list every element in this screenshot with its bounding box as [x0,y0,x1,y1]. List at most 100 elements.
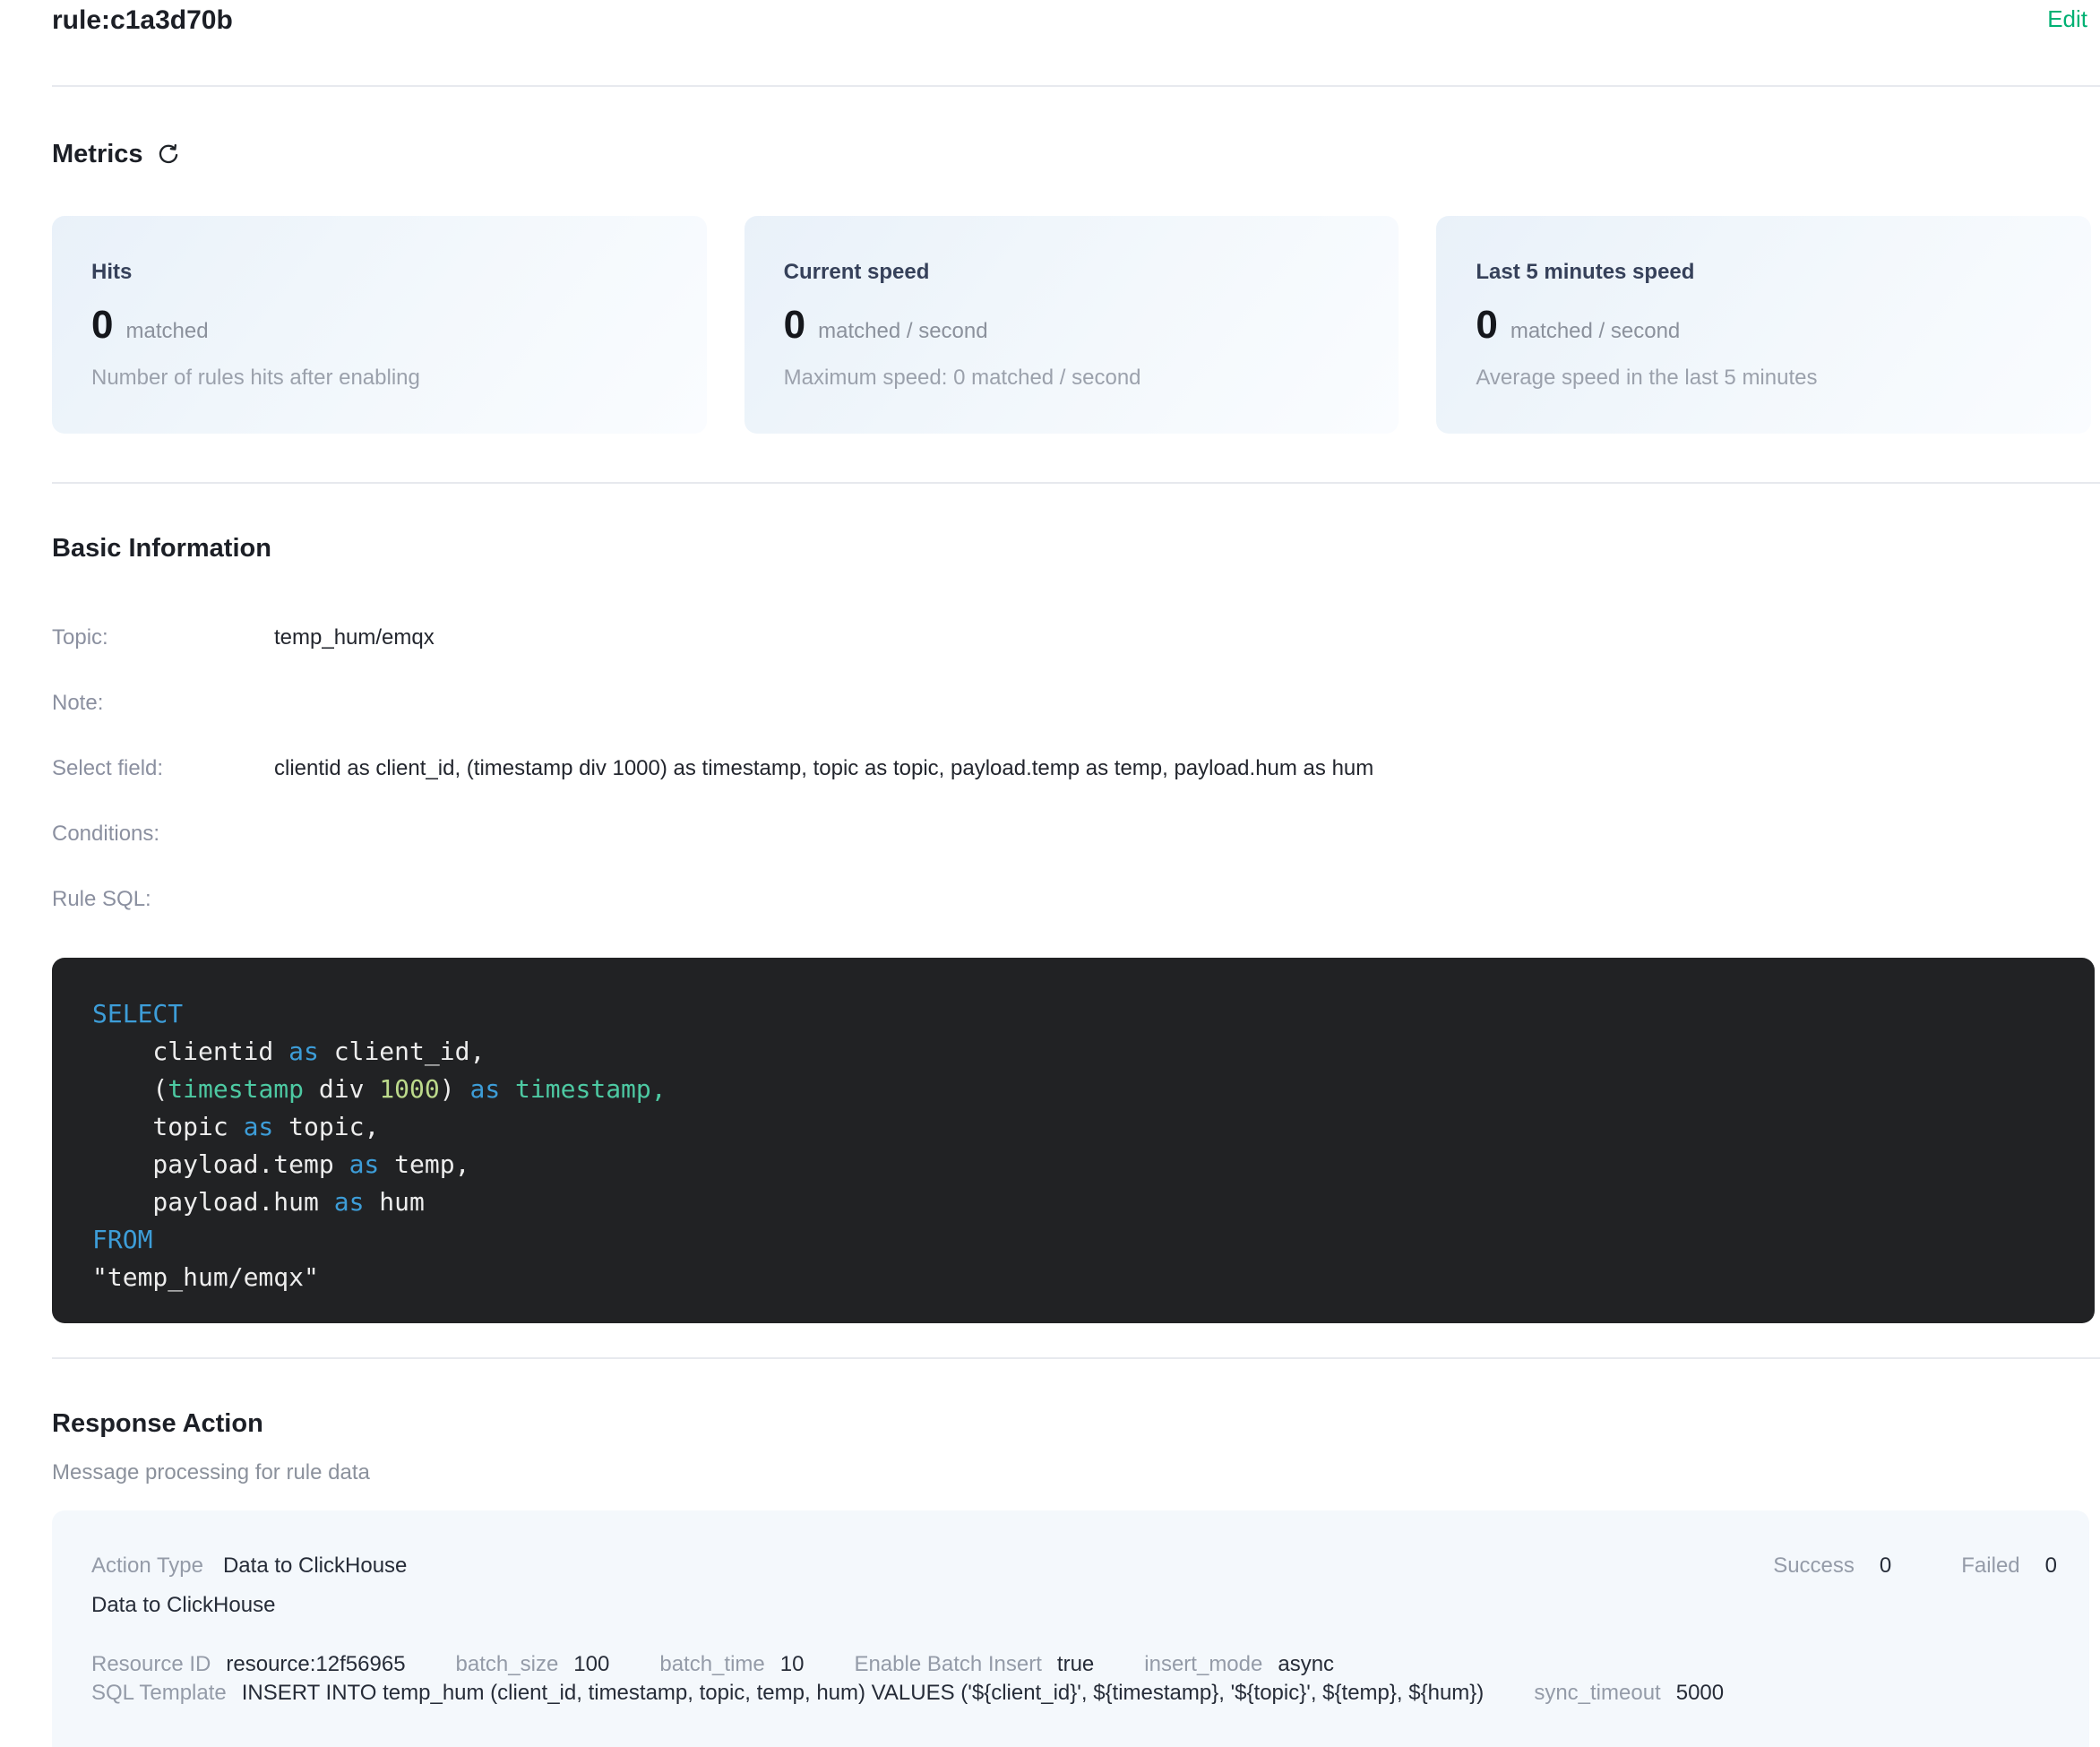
metric-description: Maximum speed: 0 matched / second [784,366,1364,391]
sql-token: client_id, [319,1037,485,1066]
refresh-icon[interactable] [156,142,181,168]
sql-token: as [469,1074,500,1104]
sql-token: topic, [273,1112,379,1141]
sql-token: payload.temp [92,1149,349,1179]
sql-token: clientid [92,1037,288,1066]
metric-unit: matched / second [818,319,987,344]
sql-line: payload.hum as hum [92,1183,2055,1221]
metric-card: Hits 0 matched Number of rules hits after e… [52,216,707,434]
action-param-label: sync_timeout [1534,1679,1660,1708]
info-row: Note: [52,690,2091,717]
action-param-value: async [1278,1650,1334,1679]
info-row-label: Topic: [52,624,274,651]
info-row: Topic:temp_hum/emqx [52,624,2091,651]
sql-line: payload.temp as temp, [92,1146,2055,1183]
metric-card-title: Hits [91,261,671,284]
action-param-label: SQL Template [91,1679,227,1708]
basic-information-section: Basic Information Topic:temp_hum/emqx Not… [52,533,2091,1323]
metric-value: 0 [1476,305,1497,346]
sql-token: topic [92,1112,244,1141]
sql-line: SELECT [92,995,2055,1033]
sql-token: temp, [379,1149,469,1179]
sql-token: div [304,1074,379,1104]
success-stat: Success 0 [1773,1552,1891,1580]
metric-description: Number of rules hits after enabling [91,366,671,391]
response-action-section: Response Action Message processing for r… [52,1408,2091,1747]
sql-token: as [244,1112,274,1141]
sql-line: FROM [92,1221,2055,1259]
action-param-label: batch_time [659,1650,764,1679]
sql-token: as [349,1149,380,1179]
action-param-value: 10 [780,1650,805,1679]
sql-token: ) [440,1074,470,1104]
sql-token: "temp_hum/emqx" [92,1262,319,1292]
sql-line: "temp_hum/emqx" [92,1259,2055,1296]
metric-card-title: Last 5 minutes speed [1476,261,2055,284]
sql-token: as [334,1187,365,1217]
action-param-row: SQL Template INSERT INTO temp_hum (client… [91,1679,2057,1708]
sql-token: SELECT [92,999,183,1028]
action-param-label: insert_mode [1144,1650,1262,1679]
metric-unit: matched [125,319,208,344]
info-row-label: Select field: [52,755,274,782]
rule-sql-code-block: SELECT clientid as client_id, (timestamp… [52,958,2095,1323]
info-row: Conditions: [52,821,2091,848]
metric-value: 0 [784,305,805,346]
metrics-heading-label: Metrics [52,139,143,169]
info-row-value: temp_hum/emqx [274,624,435,651]
sql-token: FROM [92,1225,152,1254]
basic-information-heading: Basic Information [52,533,2091,564]
page-header: rule:c1a3d70b Edit [0,0,2100,37]
edit-link[interactable]: Edit [2047,4,2087,33]
failed-label: Failed [1961,1552,2019,1580]
response-action-subtitle: Message processing for rule data [52,1460,2091,1485]
action-type-label: Action Type [91,1552,203,1580]
info-row-label: Rule SQL: [52,886,274,913]
sql-token [500,1074,515,1104]
action-param: sync_timeout 5000 [1534,1679,1724,1708]
action-card: Action Type Data to ClickHouse Success 0… [52,1510,2089,1747]
action-param-value: resource:12f56965 [226,1650,405,1679]
sql-line: clientid as client_id, [92,1033,2055,1071]
metric-card: Current speed0matched / secondMaximum sp… [744,216,1399,434]
action-param-value: true [1057,1650,1094,1679]
metric-value-row: 0 matched / second [1476,305,2055,346]
action-param: Enable Batch Inserttrue [854,1650,1094,1679]
response-action-heading: Response Action [52,1408,2091,1439]
metric-card: Last 5 minutes speed 0 matched / second Ave… [1436,216,2091,434]
metric-value-row: 0 matched / second [784,305,1364,346]
divider [52,85,2100,87]
metrics-section: Metrics Hits 0 matched Number of rules hits… [52,139,2091,434]
sql-token: ( [92,1074,168,1104]
action-name: Data to ClickHouse [91,1591,2057,1620]
action-param-value: INSERT INTO temp_hum (client_id, timesta… [242,1679,1485,1708]
failed-stat: Failed 0 [1961,1552,2057,1580]
failed-value: 0 [2045,1552,2057,1580]
action-params: Resource IDresource:12f56965batch_size10… [91,1650,2057,1708]
divider [52,482,2100,484]
info-row-label: Conditions: [52,821,274,848]
sql-token: 1000 [379,1074,439,1104]
action-param: Resource IDresource:12f56965 [91,1650,406,1679]
action-param: insert_mode async [1144,1650,1334,1679]
info-row-value: clientid as client_id, (timestamp div 10… [274,755,1373,782]
page-title: rule:c1a3d70b [52,4,233,37]
info-row-label: Note: [52,690,274,717]
action-param: batch_time 10 [659,1650,804,1679]
metric-value: 0 [91,305,113,346]
metric-cards: Hits 0 matched Number of rules hits after e… [52,216,2091,434]
action-param-label: batch_size [456,1650,559,1679]
metric-description: Average speed in the last 5 minutes [1476,366,2055,391]
sql-line: topic as topic, [92,1108,2055,1146]
sql-token: timestamp [168,1074,304,1104]
action-param: batch_size100 [456,1650,610,1679]
action-param-value: 5000 [1676,1679,1724,1708]
success-value: 0 [1880,1552,1891,1580]
action-stats: Success 0 Failed 0 [1773,1552,2057,1580]
sql-line: (timestamp div 1000) as timestamp, [92,1071,2055,1108]
metric-unit: matched / second [1510,319,1680,344]
info-row: Select field:clientid as client_id, (tim… [52,755,2091,782]
divider [52,1357,2100,1359]
success-label: Success [1773,1552,1855,1580]
sql-token: timestamp, [515,1074,667,1104]
